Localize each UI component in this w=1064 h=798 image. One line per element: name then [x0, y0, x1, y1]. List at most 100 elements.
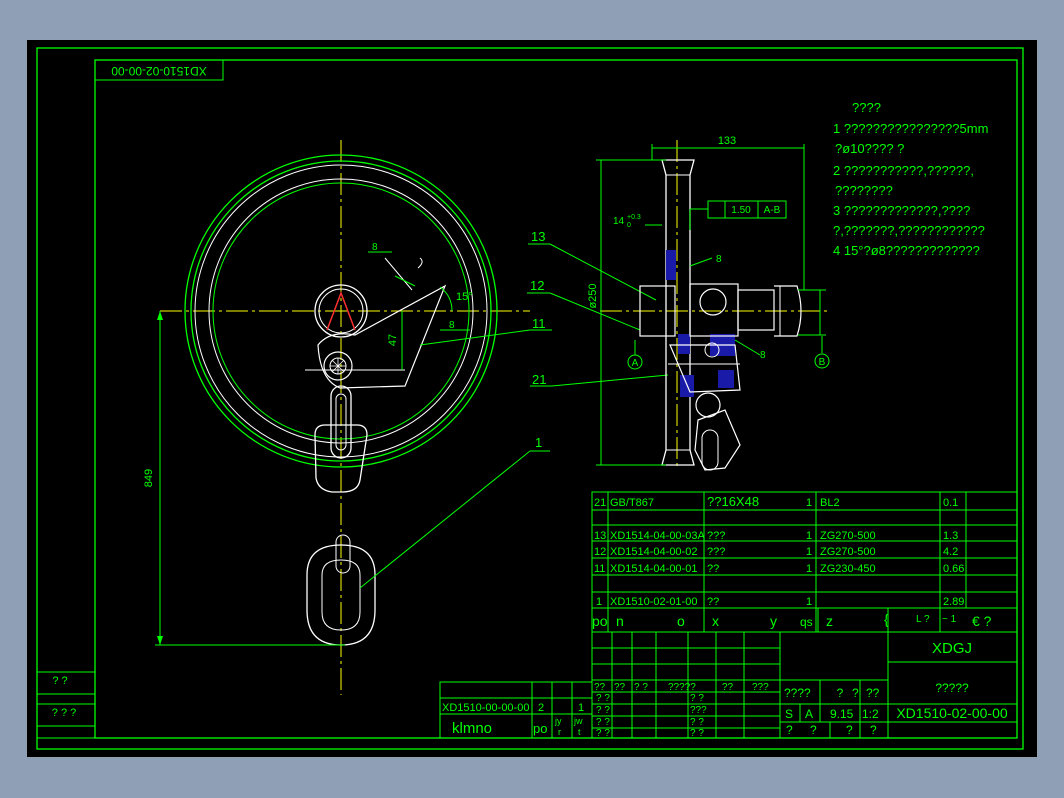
svg-text:XD1514-04-00-02: XD1514-04-00-02 [610, 546, 697, 558]
rotated-drawing-number: XD1510-02-00-00 [94, 59, 224, 81]
svg-text:ZG230-450: ZG230-450 [820, 563, 876, 575]
technical-notes: ???? 1 ????????????????5mm ?ø10???? ? 2 … [833, 100, 988, 258]
svg-text:0.1: 0.1 [943, 497, 958, 509]
weight-value: 9.15 [830, 707, 854, 721]
svg-text:14: 14 [613, 216, 625, 227]
svg-text:????: ???? [784, 686, 811, 700]
svg-text:8: 8 [716, 254, 722, 265]
company-name: XDGJ [932, 640, 972, 657]
svg-text:?????: ????? [668, 682, 696, 693]
svg-text:?: ? [870, 723, 877, 737]
svg-text:€ ?: € ? [972, 613, 992, 629]
svg-text:? ?: ? ? [596, 728, 610, 739]
svg-text:{: { [884, 611, 889, 627]
svg-text:? ? ?: ? ? ? [52, 707, 76, 719]
svg-text:1: 1 [806, 497, 812, 509]
svg-text:r: r [558, 727, 561, 737]
svg-text:klmno: klmno [452, 720, 492, 737]
svg-text:????????: ???????? [835, 183, 893, 198]
svg-text:12: 12 [530, 278, 544, 293]
svg-text:???: ??? [690, 705, 707, 716]
svg-text:?,???????,????????????: ?,???????,???????????? [833, 223, 985, 238]
svg-text:15°: 15° [456, 291, 473, 303]
svg-text:8: 8 [372, 242, 378, 253]
svg-text:1: 1 [578, 702, 584, 714]
svg-text:1: 1 [806, 530, 812, 542]
svg-text:A: A [632, 358, 639, 369]
svg-text:1.50: 1.50 [731, 205, 751, 216]
bom-rows: 21 GB/T867 ??16X48 1 BL2 0.1 13 XD1514-0… [594, 494, 964, 608]
svg-text:? ?: ? ? [690, 728, 704, 739]
svg-text:47: 47 [387, 334, 399, 346]
svg-text:1: 1 [596, 596, 602, 608]
svg-text:?: ? [810, 723, 817, 737]
svg-text:n: n [616, 613, 624, 629]
svg-text:XD1510-02-00-00: XD1510-02-00-00 [111, 64, 207, 78]
drawing-svg: XD1510-02-00-00 ? ? ? ? ? 849 47 15° 8 8… [36, 47, 1024, 750]
svg-text:??: ?? [866, 686, 880, 700]
svg-text:1.3: 1.3 [943, 530, 958, 542]
scale-value: 1:2 [862, 707, 879, 721]
svg-text:po: po [533, 721, 547, 736]
svg-text:??: ?? [614, 682, 626, 693]
svg-text:XD1514-04-00-03A: XD1514-04-00-03A [610, 530, 705, 542]
dimension-849: 849 [143, 311, 345, 646]
svg-text:?: ? [846, 723, 853, 737]
svg-text:A: A [805, 707, 813, 721]
svg-text:3 ?????????????,????: 3 ?????????????,???? [833, 203, 970, 218]
svg-text:GB/T867: GB/T867 [610, 497, 654, 509]
svg-text:B: B [819, 357, 826, 368]
svg-text:? ?: ? ? [690, 717, 704, 728]
svg-text:1: 1 [806, 596, 812, 608]
svg-text:0.66: 0.66 [943, 563, 964, 575]
left-side-boxes: ? ? ? ? ? [36, 671, 96, 727]
svg-text:849: 849 [143, 469, 155, 487]
svg-text:? ?: ? ? [596, 705, 610, 716]
svg-text:11: 11 [594, 563, 605, 575]
svg-text:+0.3: +0.3 [627, 214, 641, 221]
side-view [600, 140, 830, 471]
svg-text:0: 0 [627, 222, 631, 229]
svg-text:2: 2 [538, 702, 544, 714]
svg-text:2.89: 2.89 [943, 596, 964, 608]
svg-text:? ?: ? ? [596, 717, 610, 728]
weld-symbols-front: 8 8 [368, 242, 470, 331]
svg-text:z: z [826, 613, 833, 629]
assembly-code: XD1510-00-00-00 [442, 702, 529, 714]
svg-text:BL2: BL2 [820, 497, 840, 509]
svg-text:???: ??? [752, 682, 769, 693]
bom-table [591, 491, 1018, 633]
svg-text:? ?: ? ? [690, 693, 704, 704]
svg-text:?: ? [786, 723, 793, 737]
svg-text:2 ???????????,??????,: 2 ???????????,??????, [833, 163, 974, 178]
svg-text:t: t [578, 727, 581, 737]
svg-text:L ?: L ? [916, 614, 930, 625]
svg-text:1 ????????????????5mm: 1 ????????????????5mm [833, 121, 988, 136]
svg-text:8: 8 [449, 320, 455, 331]
svg-text:133: 133 [718, 135, 736, 147]
svg-text:1: 1 [806, 546, 812, 558]
svg-text:8: 8 [760, 350, 766, 361]
svg-text:XD1510-02-01-00: XD1510-02-01-00 [610, 596, 697, 608]
svg-text:?ø10???? ?: ?ø10???? ? [835, 141, 904, 156]
title-block-text: XDGJ ????? XD1510-02-00-00 ???? ? ? ?? S… [442, 640, 1008, 739]
svg-text:? ?: ? ? [52, 675, 67, 687]
cad-drawing-canvas[interactable]: XD1510-02-00-00 ? ? ? ? ? 849 47 15° 8 8… [27, 40, 1037, 757]
svg-text:11: 11 [532, 316, 546, 331]
svg-text:21: 21 [532, 372, 546, 387]
svg-text:ZG270-500: ZG270-500 [820, 546, 876, 558]
svg-text:1: 1 [806, 563, 812, 575]
svg-text:21: 21 [594, 497, 606, 509]
svg-text:jw: jw [573, 716, 583, 726]
svg-text:??: ?? [707, 563, 719, 575]
svg-text:po: po [592, 613, 608, 629]
svg-text:?: ? [852, 686, 859, 700]
svg-text:??: ?? [707, 596, 719, 608]
svg-text:???: ??? [707, 546, 725, 558]
svg-text:y: y [770, 613, 777, 629]
inner-border [94, 59, 1018, 739]
svg-text:13: 13 [531, 229, 545, 244]
svg-text:??16X48: ??16X48 [707, 494, 759, 509]
svg-text:S: S [785, 707, 793, 721]
svg-text:4 15°?ø8?????????????: 4 15°?ø8????????????? [833, 243, 980, 258]
